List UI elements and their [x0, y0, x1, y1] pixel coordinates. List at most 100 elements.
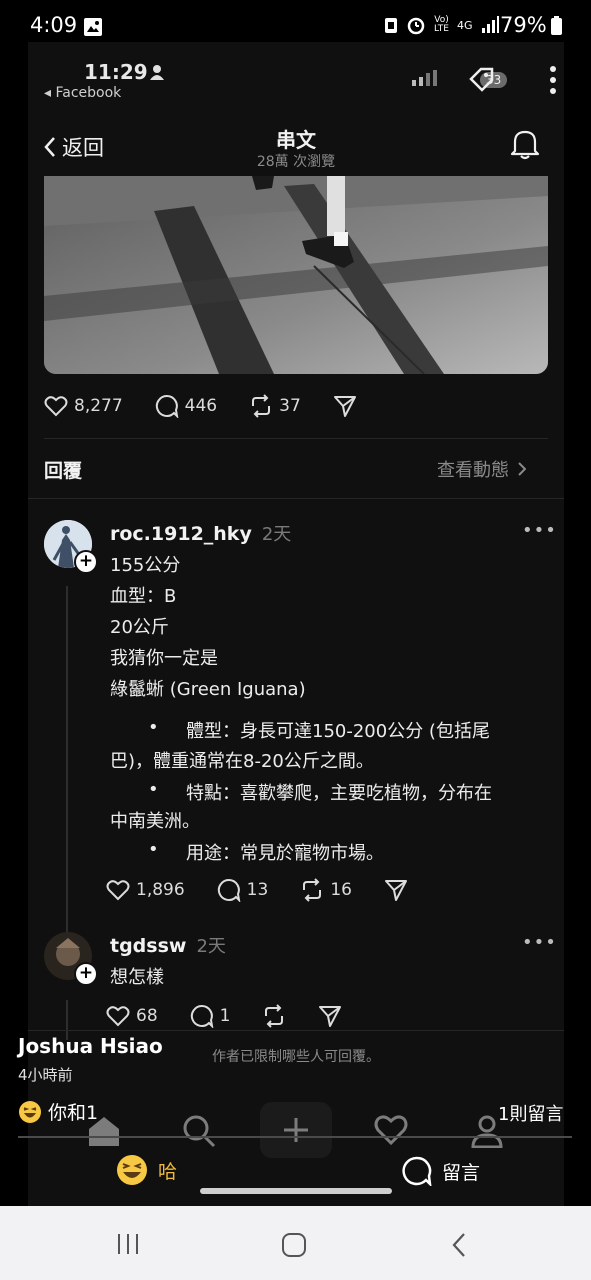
reply-more-icon[interactable]: ••• [522, 932, 557, 953]
inner-status-icons [412, 70, 442, 86]
signal-icon [412, 70, 437, 86]
follow-plus-button[interactable]: + [74, 962, 98, 986]
status-icons: Vo) LTE 4G [384, 15, 499, 35]
reply-button[interactable]: 13 [217, 878, 269, 902]
like-count: 68 [136, 1006, 158, 1026]
reply-count: 446 [184, 396, 218, 416]
timestamp: 2天 [196, 936, 226, 957]
like-button[interactable]: 8,277 [44, 395, 123, 417]
bullet-text: 體型：身長可達150-200公分 (包括尾 [186, 721, 490, 742]
gallery-icon [84, 18, 102, 36]
divider [44, 438, 548, 439]
recent-apps-icon[interactable] [116, 1232, 140, 1256]
divider [28, 498, 564, 499]
haha-emoji-icon [19, 1100, 41, 1123]
comment-count[interactable]: 1則留言 [498, 1100, 563, 1126]
heart-icon [106, 1006, 130, 1027]
post-image[interactable] [44, 176, 548, 374]
like-count: 1,896 [136, 880, 185, 900]
back-to-facebook[interactable]: ◂ Facebook [44, 85, 121, 101]
signal-icon [481, 16, 499, 33]
search-icon[interactable] [182, 1114, 216, 1148]
reaction-summary[interactable]: 你和1 [18, 1098, 98, 1125]
thread-line [66, 586, 68, 936]
bullet-text-wrap: 巴)，體重通常在8-20公斤之間。 [110, 751, 374, 772]
more-options-icon[interactable] [549, 64, 557, 96]
haha-emoji-icon [117, 1155, 147, 1185]
back-label: 返回 [62, 136, 104, 160]
divider [28, 1030, 564, 1031]
repost-icon [252, 394, 271, 418]
battery-icon [550, 15, 562, 35]
username[interactable]: tgdssw [110, 935, 186, 957]
home-button-icon[interactable] [281, 1232, 307, 1258]
repost-count: 37 [279, 396, 301, 416]
network-gen: 4G [456, 18, 473, 32]
reply-button[interactable]: 1 [190, 1004, 230, 1028]
thread-header: 串文 28萬 次瀏覽 返回 [28, 112, 564, 178]
comment-button[interactable]: 留言 [402, 1156, 480, 1186]
bullet-text: 用途：常見於寵物市場。 [186, 843, 384, 864]
comment-label: 留言 [442, 1161, 481, 1184]
volte-indicator: Vo) LTE [434, 16, 449, 34]
reaction-text: 你和1 [48, 1102, 99, 1124]
share-button[interactable] [384, 878, 408, 902]
share-button[interactable] [318, 1004, 342, 1028]
reply-text-line: 我猜你一定是 [110, 648, 218, 669]
repost-button[interactable] [262, 1004, 286, 1028]
comment-icon [155, 394, 179, 418]
reply-count: 13 [246, 880, 269, 900]
bullet-text-wrap: 中南美洲。 [110, 811, 200, 832]
reply-item: + tgdssw 2天 ••• 想怎樣 68 1 [44, 932, 556, 1042]
threads-bottom-nav [28, 1102, 564, 1162]
share-button[interactable] [333, 394, 357, 418]
reply-item: + roc.1912_hky 2天 ••• 155公分 血型：B 20公斤 我猜你… [44, 520, 556, 940]
poster-name[interactable]: Joshua Hsiao [18, 1034, 163, 1058]
plus-icon [284, 1118, 308, 1142]
page-title: 串文 [276, 128, 316, 152]
reply-button[interactable]: 446 [155, 394, 217, 418]
repost-icon [303, 878, 322, 902]
battery-percent: 79% [500, 13, 562, 37]
like-button[interactable]: 68 [106, 1005, 158, 1027]
reply-text-line: 20公斤 [110, 617, 169, 638]
bullet-text: 特點：喜歡攀爬，主要吃植物，分布在 [186, 783, 492, 804]
like-button[interactable]: 1,896 [106, 879, 185, 901]
bullet-marker: • [148, 779, 159, 800]
street-photo [44, 176, 548, 374]
repost-icon [265, 1004, 284, 1028]
tag-icon[interactable] [465, 63, 497, 95]
reply-text-line: 血型：B [110, 586, 177, 607]
heart-icon [106, 880, 130, 901]
home-indicator[interactable] [200, 1188, 392, 1194]
reply-actions: 1,896 13 16 [106, 878, 440, 902]
bullet-marker: • [148, 839, 159, 860]
compose-button[interactable] [260, 1102, 332, 1158]
status-time: 4:09 [30, 13, 78, 37]
send-icon [384, 880, 407, 901]
send-icon [333, 396, 356, 417]
back-button[interactable]: 返回 [44, 132, 104, 162]
haha-label: 哈 [158, 1160, 178, 1183]
chevron-left-icon [44, 137, 55, 157]
bell-icon[interactable] [510, 128, 540, 160]
follow-plus-button[interactable]: + [74, 550, 98, 574]
reply-more-icon[interactable]: ••• [522, 520, 557, 541]
android-nav-bar [0, 1206, 591, 1280]
battery-label: 79% [500, 13, 547, 37]
heart-icon[interactable] [374, 1114, 408, 1146]
reply-text-line: 想怎樣 [110, 967, 164, 988]
replies-heading: 回覆 [44, 460, 83, 482]
bullet-marker: • [148, 717, 159, 738]
comment-icon [190, 1004, 213, 1028]
back-icon[interactable] [451, 1232, 467, 1258]
reply-header: roc.1912_hky 2天 [110, 520, 291, 546]
repost-button[interactable]: 37 [249, 394, 301, 418]
comment-icon [402, 1156, 432, 1186]
repost-button[interactable]: 16 [300, 878, 352, 902]
view-activity-link[interactable]: 查看動態 [437, 456, 526, 482]
haha-reaction-button[interactable]: 哈 [116, 1154, 177, 1186]
repost-count: 16 [330, 880, 352, 900]
username[interactable]: roc.1912_hky [110, 523, 252, 545]
inner-status-time: 11:29 [84, 60, 148, 84]
